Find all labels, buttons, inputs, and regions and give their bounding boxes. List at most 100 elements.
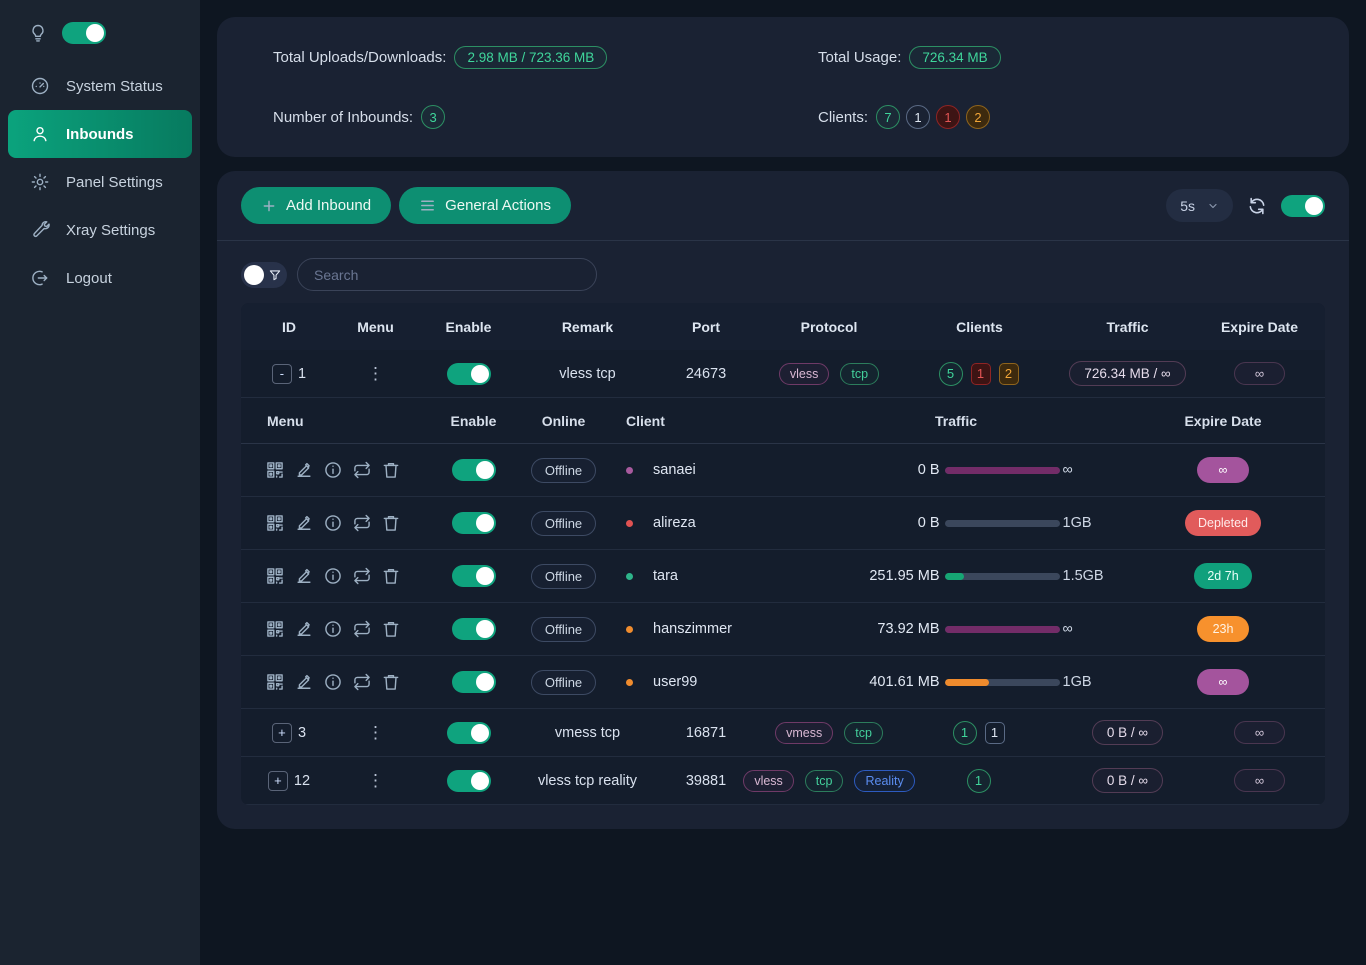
refresh-interval-select[interactable]: 5s <box>1166 189 1233 222</box>
client-badge-gray: 1 <box>985 722 1005 744</box>
info-icon[interactable] <box>323 460 343 480</box>
gear-icon <box>30 172 50 192</box>
client-row: Offlinehanszimmer73.92 MB∞23h <box>241 603 1325 656</box>
reset-icon[interactable] <box>352 460 372 480</box>
qrcode-icon[interactable] <box>265 672 285 692</box>
inbound-expire-cell: ∞ <box>1194 721 1325 744</box>
inbound-id: 1 <box>298 366 306 382</box>
inbound-id-cell: +12 <box>241 771 337 791</box>
info-icon[interactable] <box>323 619 343 639</box>
delete-icon[interactable] <box>381 460 401 480</box>
client-enable-toggle[interactable] <box>452 459 496 481</box>
protocol-tag-tcp: tcp <box>840 363 879 385</box>
expand-button[interactable]: + <box>272 723 292 743</box>
inbound-enable-toggle[interactable] <box>447 722 491 744</box>
more-menu-button[interactable]: ⋮ <box>367 772 384 789</box>
client-expire-badge: ∞ <box>1197 669 1249 695</box>
inbound-port: 24673 <box>652 366 760 382</box>
reset-icon[interactable] <box>352 566 372 586</box>
toolbar: Add Inbound General Actions 5s <box>241 187 1325 224</box>
edit-icon[interactable] <box>294 513 314 533</box>
inbound-traffic-pill: 0 B / ∞ <box>1092 768 1163 793</box>
filter-toggle[interactable] <box>241 262 287 288</box>
inbound-enable-toggle[interactable] <box>447 363 491 385</box>
info-icon[interactable] <box>323 566 343 586</box>
app-root: System StatusInboundsPanel SettingsXray … <box>0 0 1366 965</box>
stat-uploads: Total Uploads/Downloads: 2.98 MB / 723.3… <box>273 43 818 71</box>
delete-icon[interactable] <box>381 513 401 533</box>
general-actions-button[interactable]: General Actions <box>399 187 571 224</box>
edit-icon[interactable] <box>294 566 314 586</box>
info-icon[interactable] <box>323 513 343 533</box>
online-status-badge: Offline <box>531 670 596 695</box>
more-menu-button[interactable]: ⋮ <box>367 365 384 382</box>
client-name: sanaei <box>653 462 696 478</box>
qrcode-icon[interactable] <box>265 566 285 586</box>
reset-icon[interactable] <box>352 619 372 639</box>
sidebar-item-panel-settings[interactable]: Panel Settings <box>0 158 192 206</box>
client-traffic-cell: 0 B∞ <box>791 462 1121 478</box>
sidebar-item-inbounds[interactable]: Inbounds <box>8 110 192 158</box>
traffic-used: 0 B <box>797 462 945 478</box>
inbound-row: +12⋮vless tcp reality39881vlesstcpRealit… <box>241 757 1325 805</box>
collapse-button[interactable]: - <box>272 364 292 384</box>
client-enable-cell <box>426 618 521 640</box>
edit-icon[interactable] <box>294 460 314 480</box>
qrcode-icon[interactable] <box>265 619 285 639</box>
stat-clients-label: Clients: <box>818 109 868 126</box>
edit-icon[interactable] <box>294 672 314 692</box>
add-inbound-button[interactable]: Add Inbound <box>241 187 391 224</box>
search-input[interactable] <box>297 258 597 291</box>
reset-icon[interactable] <box>352 513 372 533</box>
delete-icon[interactable] <box>381 619 401 639</box>
stat-usage-label: Total Usage: <box>818 49 901 66</box>
info-icon[interactable] <box>323 672 343 692</box>
expand-button[interactable]: + <box>268 771 288 791</box>
qrcode-icon[interactable] <box>265 513 285 533</box>
toolbar-divider <box>217 240 1349 241</box>
client-enable-toggle[interactable] <box>452 512 496 534</box>
edit-icon[interactable] <box>294 619 314 639</box>
client-expire-badge: ∞ <box>1197 457 1249 483</box>
qrcode-icon[interactable] <box>265 460 285 480</box>
sidebar-item-logout[interactable]: Logout <box>0 254 192 302</box>
client-column-header-menu: Menu <box>241 413 426 429</box>
online-status-badge: Offline <box>531 458 596 483</box>
client-actions-cell <box>241 672 426 692</box>
refresh-interval-value: 5s <box>1180 198 1195 214</box>
column-header-id: ID <box>241 319 337 335</box>
inbound-expire-cell: ∞ <box>1194 362 1325 385</box>
sidebar-item-xray-settings[interactable]: Xray Settings <box>0 206 192 254</box>
dashboard-icon <box>30 76 50 96</box>
chevron-down-icon <box>1207 200 1219 212</box>
theme-toggle[interactable] <box>62 22 106 44</box>
inbound-enable-toggle[interactable] <box>447 770 491 792</box>
more-menu-button[interactable]: ⋮ <box>367 724 384 741</box>
delete-icon[interactable] <box>381 566 401 586</box>
inbound-traffic-cell: 726.34 MB / ∞ <box>1061 361 1194 386</box>
auto-refresh-toggle[interactable] <box>1281 195 1325 217</box>
inbound-clients-cell: 11 <box>898 721 1061 745</box>
funnel-icon <box>268 268 282 282</box>
user-icon <box>30 124 50 144</box>
client-count-badge-orange: 2 <box>966 105 990 129</box>
online-status-badge: Offline <box>531 617 596 642</box>
stat-inbounds-label: Number of Inbounds: <box>273 109 413 126</box>
client-expire-badge: 23h <box>1197 616 1249 642</box>
client-badge-green: 5 <box>939 362 963 386</box>
client-enable-toggle[interactable] <box>452 618 496 640</box>
client-name-cell: user99 <box>606 674 791 690</box>
client-enable-toggle[interactable] <box>452 671 496 693</box>
client-enable-toggle[interactable] <box>452 565 496 587</box>
traffic-bar-fill <box>945 573 965 580</box>
delete-icon[interactable] <box>381 672 401 692</box>
inbound-expire-pill: ∞ <box>1234 721 1285 744</box>
stat-usage-value: 726.34 MB <box>909 46 1000 69</box>
column-header-enable: Enable <box>414 319 523 335</box>
sidebar-item-system-status[interactable]: System Status <box>0 62 192 110</box>
stat-inbounds-value: 3 <box>421 105 445 129</box>
refresh-icon[interactable] <box>1247 196 1267 216</box>
client-expire-cell: 23h <box>1121 616 1325 642</box>
reset-icon[interactable] <box>352 672 372 692</box>
client-column-header-client: Client <box>606 413 791 429</box>
